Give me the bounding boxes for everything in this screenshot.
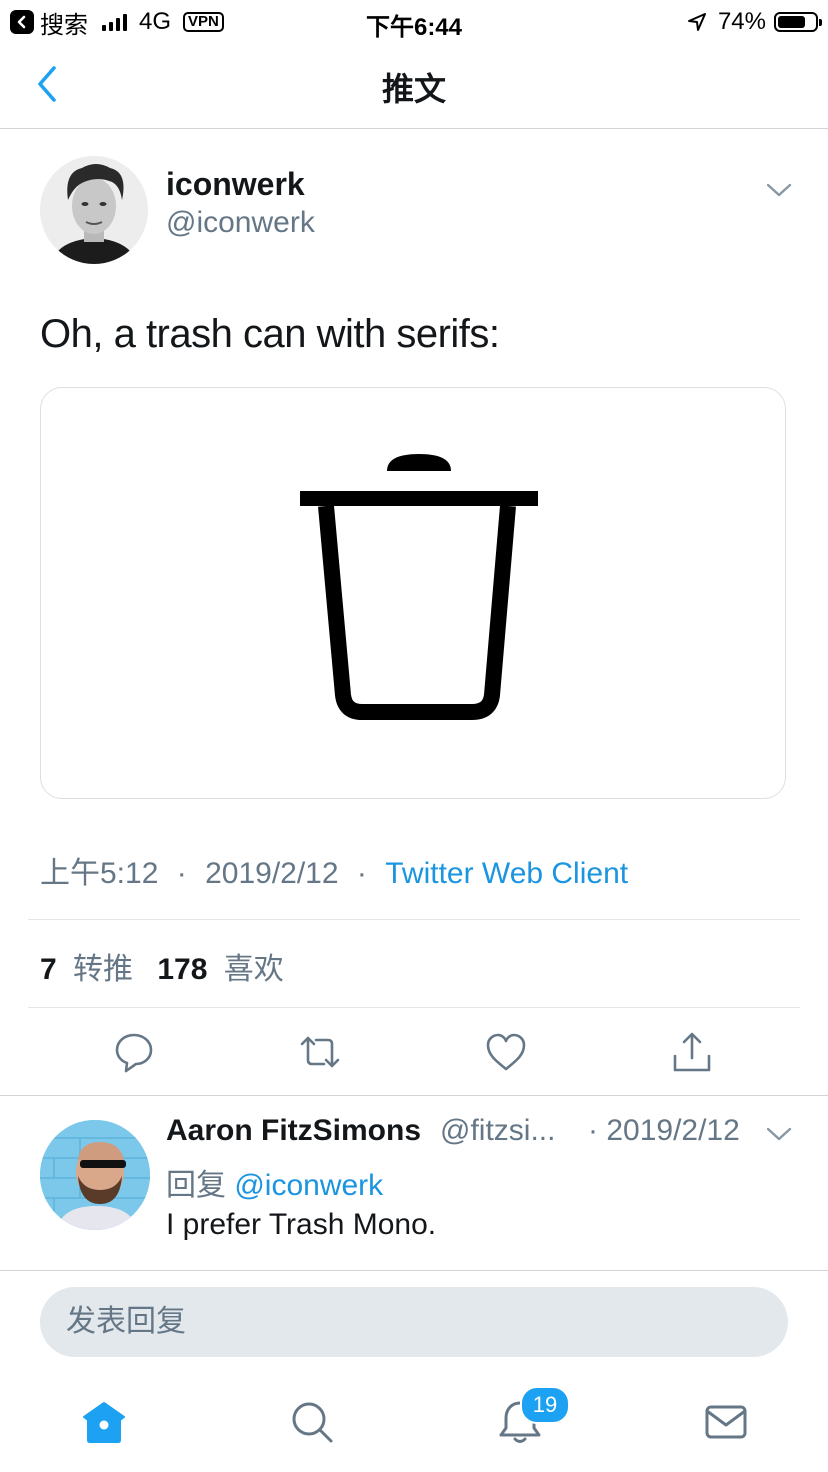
divider xyxy=(0,1270,828,1271)
author-name[interactable]: iconwerk xyxy=(166,166,305,203)
reply-author-portrait xyxy=(40,1120,150,1230)
notification-badge: 19 xyxy=(520,1386,570,1424)
chevron-down-icon[interactable] xyxy=(764,180,794,200)
location-arrow-icon xyxy=(687,13,706,31)
battery-level-fill xyxy=(778,16,805,28)
meta-separator: · xyxy=(176,857,187,890)
nav-divider xyxy=(0,128,828,129)
reply-compose-input[interactable]: 发表回复 xyxy=(40,1287,788,1357)
author-portrait xyxy=(40,156,148,264)
battery-percent: 74% xyxy=(717,8,766,35)
retweet-label[interactable]: 转推 xyxy=(73,953,133,986)
tweet-date: 2019/2/12 xyxy=(205,857,339,890)
meta-separator: · xyxy=(356,857,367,890)
trash-can-icon xyxy=(300,454,538,720)
page-title: 推文 xyxy=(381,71,446,107)
tweet-media[interactable] xyxy=(40,387,786,799)
reply-icon[interactable] xyxy=(112,1030,156,1074)
reply-author-handle[interactable]: @fitzsi... xyxy=(440,1114,555,1148)
reply-prefix: 回复 xyxy=(166,1169,226,1202)
reply-to-line: 回复 @iconwerk xyxy=(166,1160,383,1204)
like-count[interactable]: 178 xyxy=(157,953,207,986)
reply-avatar[interactable] xyxy=(40,1120,150,1230)
tweet-stats: 7 转推 178 喜欢 xyxy=(40,944,284,988)
share-icon[interactable] xyxy=(670,1030,714,1074)
tweet-client-link[interactable]: Twitter Web Client xyxy=(385,857,628,890)
battery-cap xyxy=(819,19,822,26)
status-right: 74% xyxy=(686,7,822,37)
divider xyxy=(0,1095,828,1096)
status-bar: 搜索 4G VPN 下午6:44 74% xyxy=(0,0,828,44)
heart-icon[interactable] xyxy=(484,1030,528,1074)
battery-icon xyxy=(774,12,822,32)
like-label[interactable]: 喜欢 xyxy=(224,953,284,986)
mail-icon[interactable] xyxy=(702,1398,750,1446)
chevron-down-icon[interactable] xyxy=(764,1124,794,1144)
reply-author-name[interactable]: Aaron FitzSimons xyxy=(166,1114,421,1148)
reply-mention-link[interactable]: @iconwerk xyxy=(234,1169,383,1202)
retweet-count[interactable]: 7 xyxy=(40,953,57,986)
tweet-text: Oh, a trash can with serifs: xyxy=(40,312,500,356)
reply-text: I prefer Trash Mono. xyxy=(166,1208,437,1241)
divider xyxy=(28,1007,800,1008)
tweet-meta: 上午5:12 · 2019/2/12 · Twitter Web Client xyxy=(40,848,628,892)
search-icon[interactable] xyxy=(288,1398,336,1446)
tweet-time: 上午5:12 xyxy=(40,857,159,890)
reply-date: · 2019/2/12 xyxy=(588,1114,740,1147)
retweet-icon[interactable] xyxy=(298,1030,342,1074)
avatar[interactable] xyxy=(40,156,148,264)
divider xyxy=(28,919,800,920)
home-icon[interactable] xyxy=(80,1398,128,1446)
author-handle[interactable]: @iconwerk xyxy=(166,206,315,240)
